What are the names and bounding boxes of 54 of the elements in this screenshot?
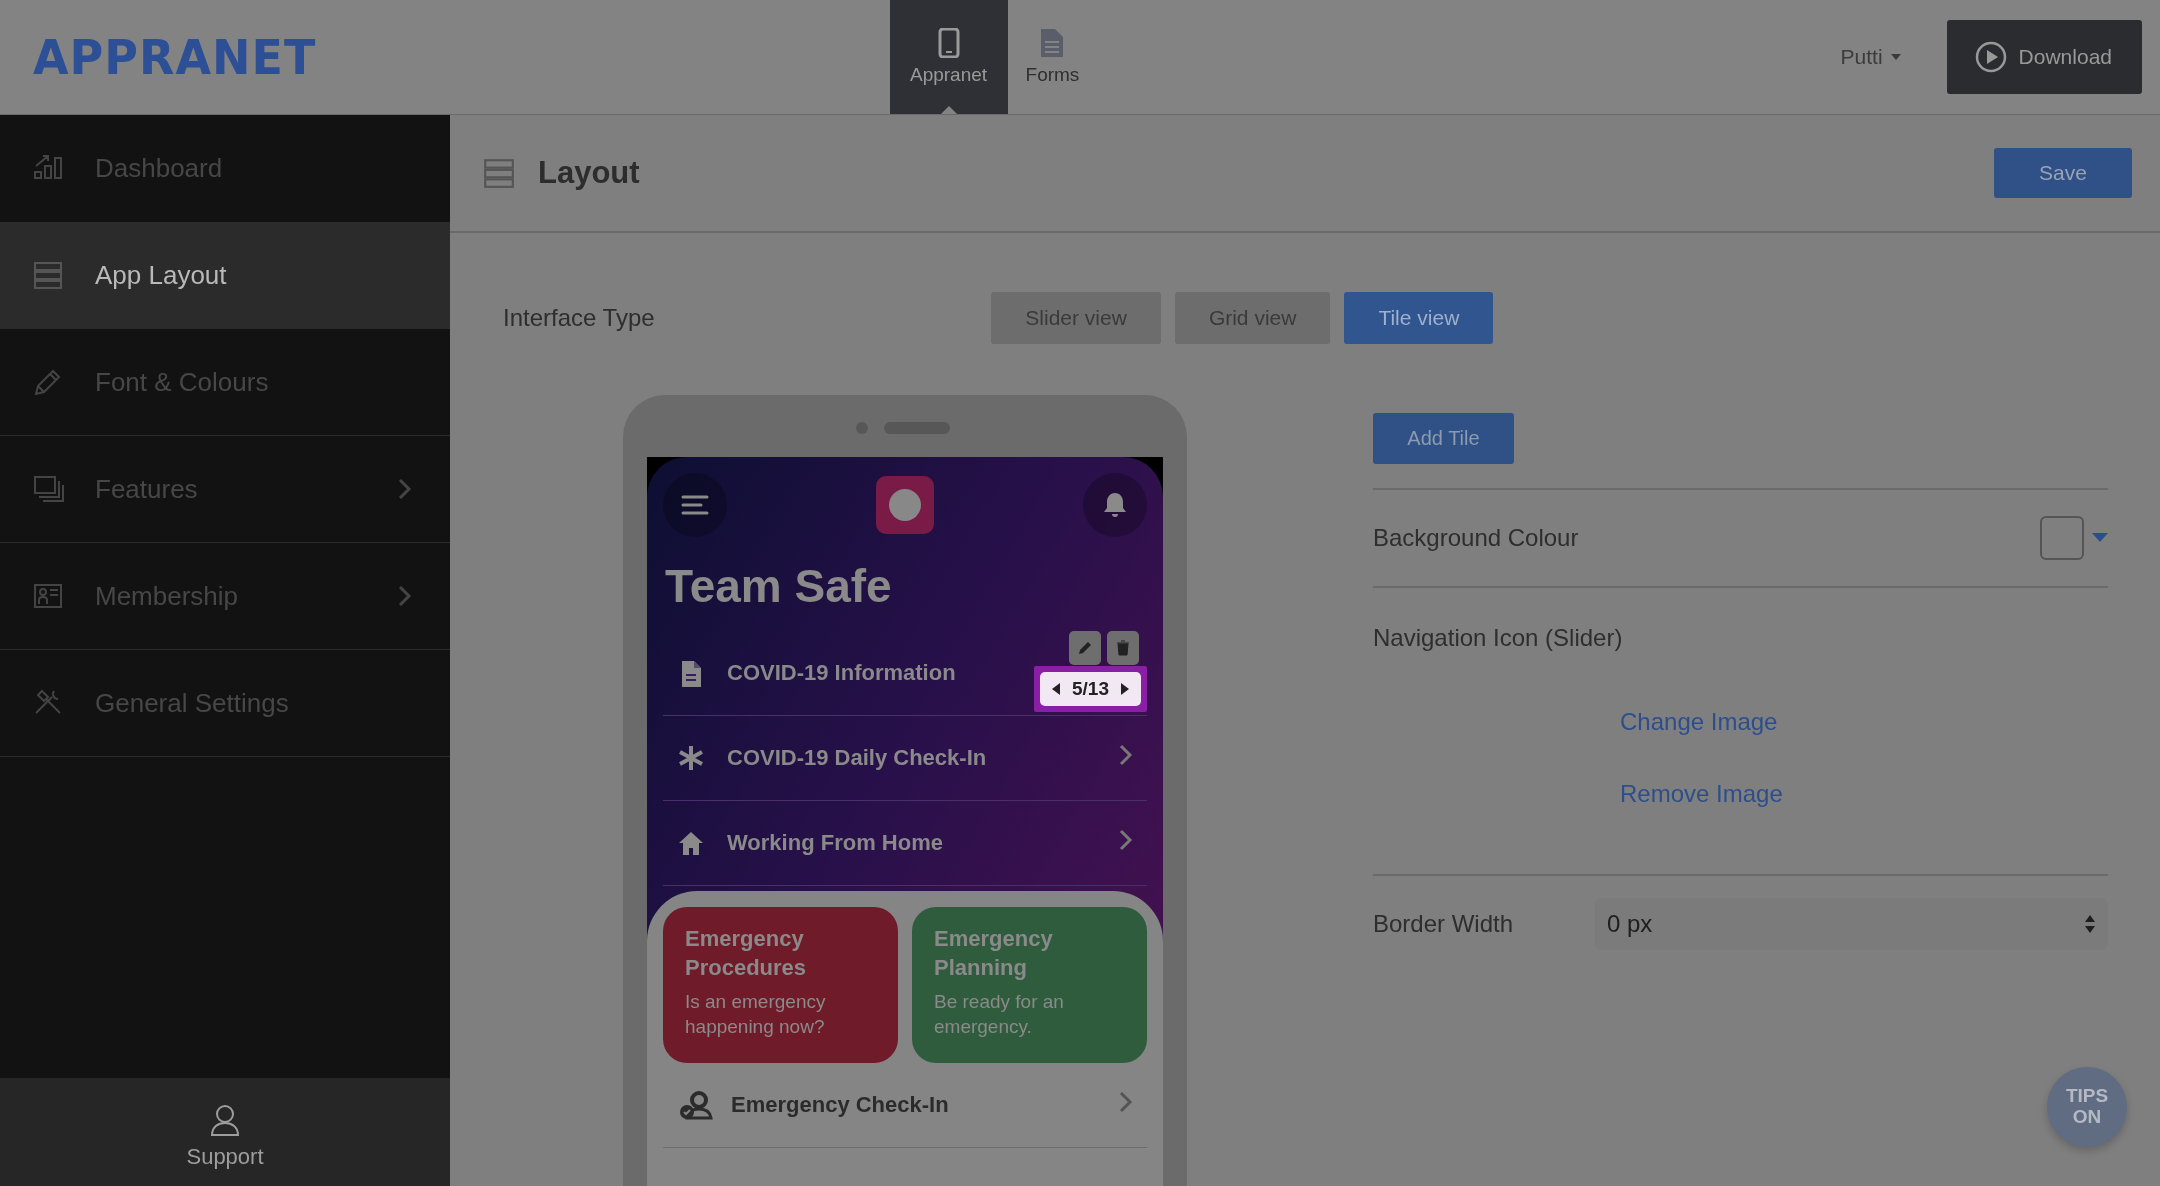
sidebar-item[interactable]: App Layout [0,222,450,329]
chevron-icon [1119,829,1133,851]
trash-icon [1116,640,1130,656]
edit-button[interactable] [1069,631,1101,665]
tile-subtitle: Is an emergency happening now? [685,990,827,1039]
stepper-arrows-icon [2084,914,2096,934]
app-list-item[interactable]: Working From Home [663,801,1147,886]
person-icon [210,1103,240,1136]
support-button[interactable]: Support [0,1078,450,1186]
logo: APPRANET [33,28,317,86]
user-menu[interactable]: Putti [1840,45,1901,69]
next-arrow-icon[interactable] [1121,683,1129,695]
previous-arrow-icon[interactable] [1052,683,1060,695]
top-tab[interactable]: Appranet [889,0,1008,114]
view-option[interactable]: Tile view [1344,292,1494,344]
page-title: Layout [538,155,640,191]
caret-icon [1890,54,1901,60]
document-icon [1040,28,1065,58]
delete-button[interactable] [1107,631,1139,665]
tile-subtitle: Be ready for an emergency. [934,990,1065,1039]
app-logo-icon [876,476,934,534]
background-colour-label: Background Colour [1373,524,1579,552]
tips-button[interactable]: TIPS ON [2047,1067,2127,1147]
download-button[interactable]: Download [1946,20,2142,94]
app-tile[interactable]: Emergency Planning Be ready for an emergency. [912,907,1147,1063]
change-image-link[interactable]: Change Image [1620,708,1778,736]
border-width-label: Border Width [1373,910,1514,938]
app-list-item[interactable]: COVID-19 Information 5/13 [663,631,1147,716]
pencil-icon [1077,640,1093,656]
top-tab[interactable]: Forms [1007,0,1098,114]
phone-icon [937,28,960,58]
sidebar-icon [31,259,65,291]
row-icon [677,744,705,772]
chevron-icon [1119,1091,1133,1113]
person-check-icon [679,1090,713,1120]
border-width-select[interactable]: 0 px [1595,898,2108,950]
layout-icon [482,156,516,190]
app-title: Team Safe [665,559,893,613]
app-tile[interactable]: Emergency Procedures Is an emergency happening now? [663,907,898,1063]
play-icon [1974,41,2007,73]
row-icon [677,829,705,857]
app-list-item[interactable]: COVID-19 Daily Check-In [663,716,1147,801]
pager-count: 5/13 [1072,678,1109,700]
chevron-icon [1119,744,1133,766]
navigation-icon-label: Navigation Icon (Slider) [1373,624,1624,652]
colour-swatch[interactable] [2040,516,2084,560]
app-list-item[interactable]: Emergency Check-In [663,1063,1147,1148]
save-button[interactable]: Save [1994,148,2132,198]
tile-title: Emergency Procedures [685,925,808,982]
remove-image-link[interactable]: Remove Image [1620,780,1783,808]
interface-type-label: Interface Type [503,304,655,332]
sidebar-icon [31,473,65,505]
add-tile-button[interactable]: Add Tile [1373,413,1514,464]
tile-title: Emergency Planning [934,925,1054,982]
